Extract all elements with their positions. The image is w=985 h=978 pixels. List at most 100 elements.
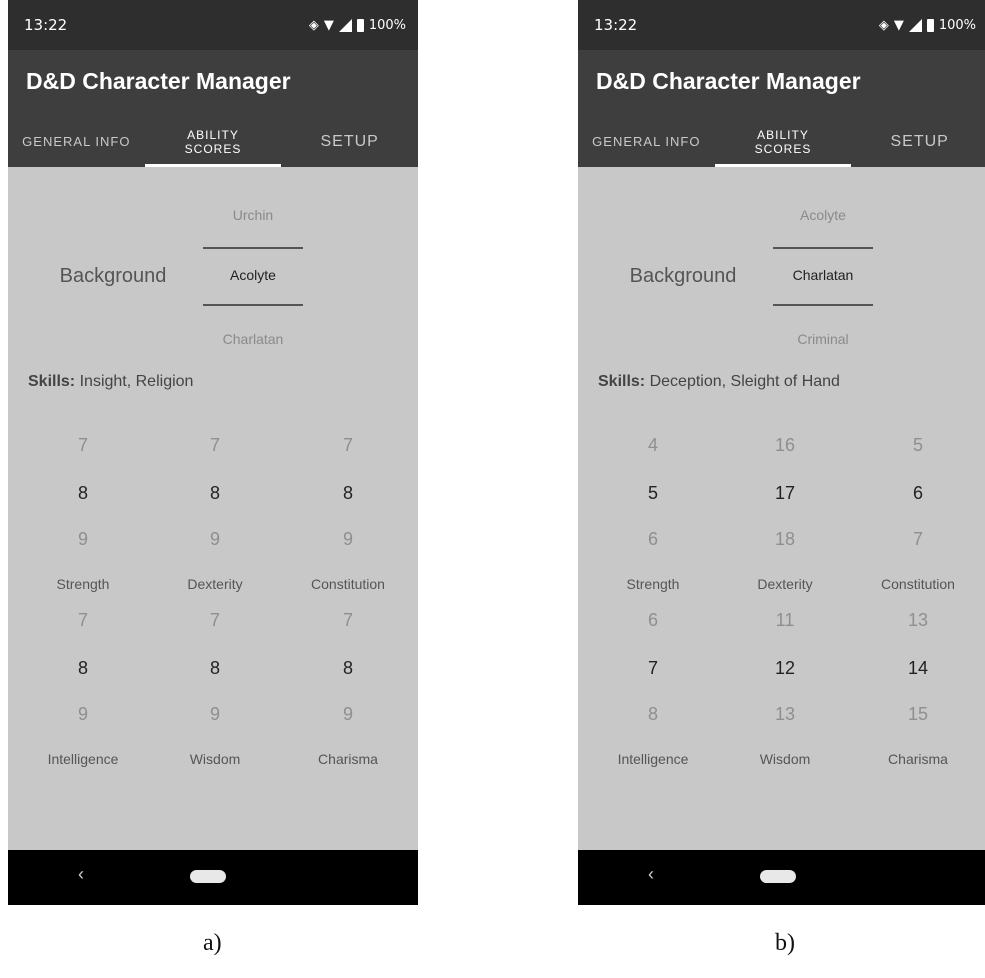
tab-setup[interactable]: SETUP: [281, 116, 418, 167]
battery-level: 100%: [938, 17, 976, 33]
home-pill-icon[interactable]: [190, 870, 226, 883]
signal-icon: [338, 18, 352, 32]
score-current[interactable]: 17: [720, 483, 850, 504]
score-prev[interactable]: 4: [588, 435, 718, 456]
skills-line: Skills: Deception, Sleight of Hand: [598, 373, 840, 391]
background-label: Background: [629, 265, 737, 287]
score-current[interactable]: 8: [18, 658, 148, 679]
score-current[interactable]: 6: [853, 483, 983, 504]
wifi-icon: ▼: [893, 17, 904, 33]
ability-label: Dexterity: [187, 576, 243, 592]
ability-label: Wisdom: [759, 751, 811, 767]
background-picker-prev[interactable]: Urchin: [203, 207, 303, 223]
score-current[interactable]: 8: [18, 483, 148, 504]
score-prev[interactable]: 7: [150, 435, 280, 456]
tab-ability-scores[interactable]: ABILITY SCORES: [144, 116, 282, 167]
picker-divider: [773, 304, 873, 306]
ability-label: Wisdom: [189, 751, 241, 767]
skills-value: Deception, Sleight of Hand: [649, 373, 840, 390]
score-next[interactable]: 18: [720, 529, 850, 550]
ability-label: Strength: [626, 576, 680, 592]
score-next[interactable]: 9: [283, 704, 413, 725]
score-prev[interactable]: 7: [18, 610, 148, 631]
score-current[interactable]: 8: [283, 658, 413, 679]
background-picker-next[interactable]: Criminal: [773, 331, 873, 347]
score-prev[interactable]: 13: [853, 610, 983, 631]
score-next[interactable]: 8: [588, 704, 718, 725]
score-current[interactable]: 8: [150, 483, 280, 504]
system-nav-bar: ‹: [8, 850, 418, 905]
app-bar: D&D Character Manager GENERAL INFO ABILI…: [578, 50, 985, 167]
ability-label: Charisma: [318, 751, 378, 767]
score-prev[interactable]: 7: [283, 610, 413, 631]
score-prev[interactable]: 7: [150, 610, 280, 631]
battery-icon: [356, 18, 364, 32]
status-bar: 13:22 ◈ ▼ 100%: [8, 0, 418, 50]
ability-label: Constitution: [881, 576, 955, 592]
phone-screen-b: 13:22 ◈ ▼ 100% D&D Character Manager GEN…: [578, 0, 985, 905]
tab-general-info[interactable]: GENERAL INFO: [578, 116, 715, 167]
back-icon[interactable]: ‹: [78, 864, 84, 885]
signal-icon: [908, 18, 922, 32]
skills-label: Skills:: [28, 373, 76, 390]
score-next[interactable]: 9: [18, 704, 148, 725]
ability-label: Intelligence: [617, 751, 689, 767]
battery-icon: [926, 18, 934, 32]
ability-label: Constitution: [311, 576, 385, 592]
background-picker-next[interactable]: Charlatan: [203, 331, 303, 347]
background-picker-prev[interactable]: Acolyte: [773, 207, 873, 223]
battery-level: 100%: [368, 17, 406, 33]
app-bar: D&D Character Manager GENERAL INFO ABILI…: [8, 50, 418, 167]
status-time: 13:22: [24, 16, 68, 34]
picker-divider: [203, 304, 303, 306]
app-title: D&D Character Manager: [596, 68, 861, 94]
score-next[interactable]: 15: [853, 704, 983, 725]
tab-ability-scores[interactable]: ABILITY SCORES: [714, 116, 852, 167]
phone-screen-a: 13:22 ◈ ▼ 100% D&D Character Manager GEN…: [8, 0, 418, 905]
score-current[interactable]: 14: [853, 658, 983, 679]
score-prev[interactable]: 16: [720, 435, 850, 456]
score-prev[interactable]: 6: [588, 610, 718, 631]
score-current[interactable]: 12: [720, 658, 850, 679]
score-current[interactable]: 7: [588, 658, 718, 679]
status-bar: 13:22 ◈ ▼ 100%: [578, 0, 985, 50]
background-picker-selected[interactable]: Acolyte: [203, 267, 303, 283]
vibrate-icon: ◈: [308, 17, 319, 33]
tab-setup[interactable]: SETUP: [851, 116, 985, 167]
tab-general-info[interactable]: GENERAL INFO: [8, 116, 145, 167]
skills-label: Skills:: [598, 373, 646, 390]
skills-line: Skills: Insight, Religion: [28, 373, 193, 391]
tab-bar: GENERAL INFO ABILITY SCORES SETUP: [578, 116, 985, 167]
wifi-icon: ▼: [323, 17, 334, 33]
score-next[interactable]: 9: [150, 529, 280, 550]
ability-label: Dexterity: [757, 576, 813, 592]
figure-caption-b: b): [775, 930, 795, 956]
score-current[interactable]: 8: [150, 658, 280, 679]
score-next[interactable]: 13: [720, 704, 850, 725]
home-pill-icon[interactable]: [760, 870, 796, 883]
ability-label: Charisma: [888, 751, 948, 767]
score-next[interactable]: 9: [150, 704, 280, 725]
tab-ability-scores-label: ABILITY SCORES: [754, 127, 812, 156]
tab-ability-scores-label: ABILITY SCORES: [184, 127, 242, 156]
score-next[interactable]: 9: [18, 529, 148, 550]
score-prev[interactable]: 7: [283, 435, 413, 456]
score-prev[interactable]: 5: [853, 435, 983, 456]
background-picker-selected[interactable]: Charlatan: [773, 267, 873, 283]
status-time: 13:22: [594, 16, 638, 34]
figure-caption-a: a): [203, 930, 222, 956]
status-icons: ◈ ▼ 100%: [879, 18, 976, 33]
skills-value: Insight, Religion: [79, 373, 194, 390]
score-next[interactable]: 6: [588, 529, 718, 550]
score-prev[interactable]: 7: [18, 435, 148, 456]
background-label: Background: [59, 265, 167, 287]
score-prev[interactable]: 11: [720, 610, 850, 631]
score-current[interactable]: 8: [283, 483, 413, 504]
score-next[interactable]: 9: [283, 529, 413, 550]
score-current[interactable]: 5: [588, 483, 718, 504]
score-next[interactable]: 7: [853, 529, 983, 550]
back-icon[interactable]: ‹: [648, 864, 654, 885]
ability-label: Strength: [56, 576, 110, 592]
status-icons: ◈ ▼ 100%: [309, 18, 406, 33]
ability-scores-panel: Background Urchin Acolyte Charlatan Skil…: [8, 167, 418, 850]
